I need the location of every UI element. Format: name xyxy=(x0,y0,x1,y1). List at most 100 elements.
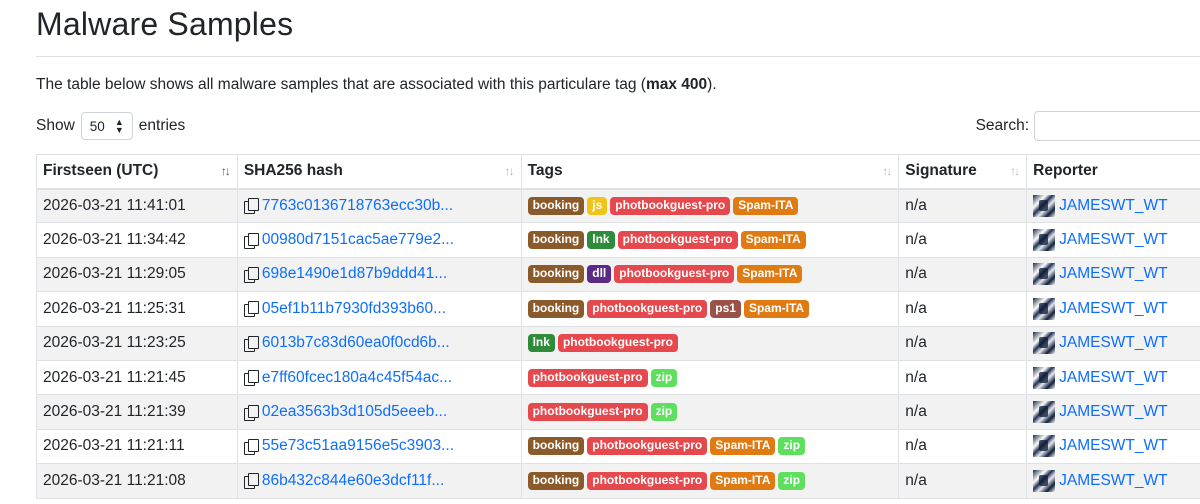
sha256-link[interactable]: 55e73c51aa9156e5c3903... xyxy=(262,437,454,455)
tag-badge[interactable]: lnk xyxy=(587,231,615,250)
tag-badge[interactable]: booking xyxy=(527,471,585,490)
hash-cell: 7763c0136718763ecc30b... xyxy=(236,187,522,224)
tag-badge[interactable]: js xyxy=(587,196,608,215)
column-header-label: Firstseen (UTC) xyxy=(43,162,159,180)
reporter-link[interactable]: JAMESWT_WT xyxy=(1059,369,1168,387)
column-header-sha256[interactable]: SHA256 hash ↑↓ xyxy=(236,154,522,190)
entries-select[interactable]: 50 ▲ ▼ xyxy=(80,112,133,140)
reporter-cell: JAMESWT_WT xyxy=(1026,291,1200,327)
sort-desc-icon: ↑↓ xyxy=(220,164,231,179)
sha256-link[interactable]: 698e1490e1d87b9ddd41... xyxy=(262,265,447,283)
tag-badge[interactable]: Spam-ITA xyxy=(743,299,810,318)
tag-badge[interactable]: dll xyxy=(587,265,612,284)
reporter-cell: JAMESWT_WT xyxy=(1026,187,1200,224)
tag-badge[interactable]: photbookguest-pro xyxy=(527,368,648,387)
column-header-reporter[interactable]: Reporter↑↓ xyxy=(1026,154,1200,190)
tag-badge[interactable]: ps1 xyxy=(710,299,741,318)
malware-samples-table: Firstseen (UTC) ↑↓ SHA256 hash ↑↓ Tags ↑↓ Sign… xyxy=(36,154,1200,499)
tag-badge[interactable]: photbookguest-pro xyxy=(557,334,678,353)
tag-badge[interactable]: zip xyxy=(778,471,806,490)
table-header-row: Firstseen (UTC) ↑↓ SHA256 hash ↑↓ Tags ↑↓ Sign… xyxy=(36,154,1200,190)
tag-badge[interactable]: Spam-ITA xyxy=(710,471,776,490)
sort-icon: ↑↓ xyxy=(882,164,892,179)
reporter-link[interactable]: JAMESWT_WT xyxy=(1059,334,1168,352)
tag-badge[interactable]: zip xyxy=(650,402,678,421)
tag-badge[interactable]: zip xyxy=(650,368,678,387)
title-divider xyxy=(36,56,1200,57)
tags-cell: booking lnk photbookguest-pro Spam-ITA xyxy=(520,222,900,258)
entries-label: entries xyxy=(138,117,186,134)
copy-icon[interactable] xyxy=(243,266,259,283)
firstseen-cell: 2026-03-21 11:25:31 xyxy=(36,291,238,327)
sha256-link[interactable]: 00980d7151cac5ae779e2... xyxy=(262,231,454,249)
hash-cell: 02ea3563b3d105d5eeeb... xyxy=(236,394,522,430)
tag-badge[interactable]: photbookguest-pro xyxy=(587,471,708,490)
sha256-link[interactable]: e7ff60fcec180a4c45f54ac... xyxy=(262,369,452,387)
copy-icon[interactable] xyxy=(243,370,259,387)
tag-badge[interactable]: lnk xyxy=(527,334,555,353)
tag-badge[interactable]: Spam-ITA xyxy=(733,196,799,215)
reporter-link[interactable]: JAMESWT_WT xyxy=(1059,231,1168,249)
hash-cell: 698e1490e1d87b9ddd41... xyxy=(236,256,522,293)
hash-cell: 00980d7151cac5ae779e2... xyxy=(236,222,522,258)
reporter-link[interactable]: JAMESWT_WT xyxy=(1059,265,1168,283)
signature-cell: n/a xyxy=(898,187,1028,224)
copy-icon[interactable] xyxy=(243,438,259,455)
hash-cell: 6013b7c83d60ea0f0cd6b... xyxy=(236,325,522,361)
reporter-link[interactable]: JAMESWT_WT xyxy=(1059,437,1168,455)
tags-cell: photbookguest-pro zip xyxy=(520,359,900,396)
tag-badge[interactable]: booking xyxy=(527,299,585,318)
sort-icon: ↑↓ xyxy=(1010,164,1020,179)
sha256-link[interactable]: 86b432c844e60e3dcf11f... xyxy=(262,472,444,490)
reporter-link[interactable]: JAMESWT_WT xyxy=(1059,197,1168,215)
tag-badge[interactable]: zip xyxy=(778,437,806,456)
reporter-cell: JAMESWT_WT xyxy=(1026,463,1200,499)
tag-badge[interactable]: Spam-ITA xyxy=(710,437,776,456)
sha256-link[interactable]: 7763c0136718763ecc30b... xyxy=(262,197,453,215)
sha256-link[interactable]: 6013b7c83d60ea0f0cd6b... xyxy=(262,334,450,352)
copy-icon[interactable] xyxy=(243,404,259,421)
signature-cell: n/a xyxy=(898,291,1028,327)
copy-icon[interactable] xyxy=(243,335,259,352)
tag-badge[interactable]: photbookguest-pro xyxy=(587,437,708,456)
table-row: 2026-03-21 11:25:31 05ef1b11b7930fd393b60… xyxy=(36,291,1200,327)
search-input[interactable] xyxy=(1034,111,1200,141)
tag-badge[interactable]: booking xyxy=(527,265,585,284)
reporter-link[interactable]: JAMESWT_WT xyxy=(1059,472,1168,490)
column-header-tags[interactable]: Tags ↑↓ xyxy=(520,154,900,190)
tags-cell: booking dll photbookguest-pro Spam-ITA xyxy=(520,256,900,293)
reporter-avatar xyxy=(1033,401,1056,424)
sha256-link[interactable]: 02ea3563b3d105d5eeeb... xyxy=(262,403,447,421)
intro-max: max 400 xyxy=(645,76,708,93)
copy-icon[interactable] xyxy=(243,301,259,318)
intro-text: The table below shows all malware sample… xyxy=(36,76,717,94)
firstseen-cell: 2026-03-21 11:34:42 xyxy=(36,222,238,258)
column-header-firstseen[interactable]: Firstseen (UTC) ↑↓ xyxy=(36,154,238,190)
reporter-link[interactable]: JAMESWT_WT xyxy=(1059,300,1168,318)
hash-cell: 55e73c51aa9156e5c3903... xyxy=(236,428,522,465)
entries-length-control: Show 50 ▲ ▼ entries xyxy=(36,112,185,140)
reporter-cell: JAMESWT_WT xyxy=(1026,325,1200,361)
reporter-link[interactable]: JAMESWT_WT xyxy=(1059,403,1168,421)
reporter-avatar xyxy=(1033,469,1056,492)
tag-badge[interactable]: booking xyxy=(527,437,585,456)
copy-icon[interactable] xyxy=(243,232,259,249)
tag-badge[interactable]: photbookguest-pro xyxy=(527,402,648,421)
column-header-signature[interactable]: Signature ↑↓ xyxy=(898,154,1028,190)
firstseen-cell: 2026-03-21 11:21:45 xyxy=(36,359,238,396)
tag-badge[interactable]: photbookguest-pro xyxy=(617,231,738,250)
tag-badge[interactable]: photbookguest-pro xyxy=(610,196,731,215)
tag-badge[interactable]: booking xyxy=(527,231,585,250)
tag-badge[interactable]: Spam-ITA xyxy=(740,231,806,250)
table-row: 2026-03-21 11:41:01 7763c0136718763ecc30b… xyxy=(36,187,1200,224)
firstseen-cell: 2026-03-21 11:29:05 xyxy=(36,256,238,293)
tag-badge[interactable]: photbookguest-pro xyxy=(614,265,735,284)
tag-badge[interactable]: Spam-ITA xyxy=(737,265,803,284)
copy-icon[interactable] xyxy=(243,473,259,490)
tag-badge[interactable]: booking xyxy=(527,196,585,215)
signature-cell: n/a xyxy=(898,222,1028,258)
tag-badge[interactable]: photbookguest-pro xyxy=(587,299,708,318)
sha256-link[interactable]: 05ef1b11b7930fd393b60... xyxy=(262,300,446,318)
copy-icon[interactable] xyxy=(243,198,259,215)
signature-cell: n/a xyxy=(898,256,1028,293)
